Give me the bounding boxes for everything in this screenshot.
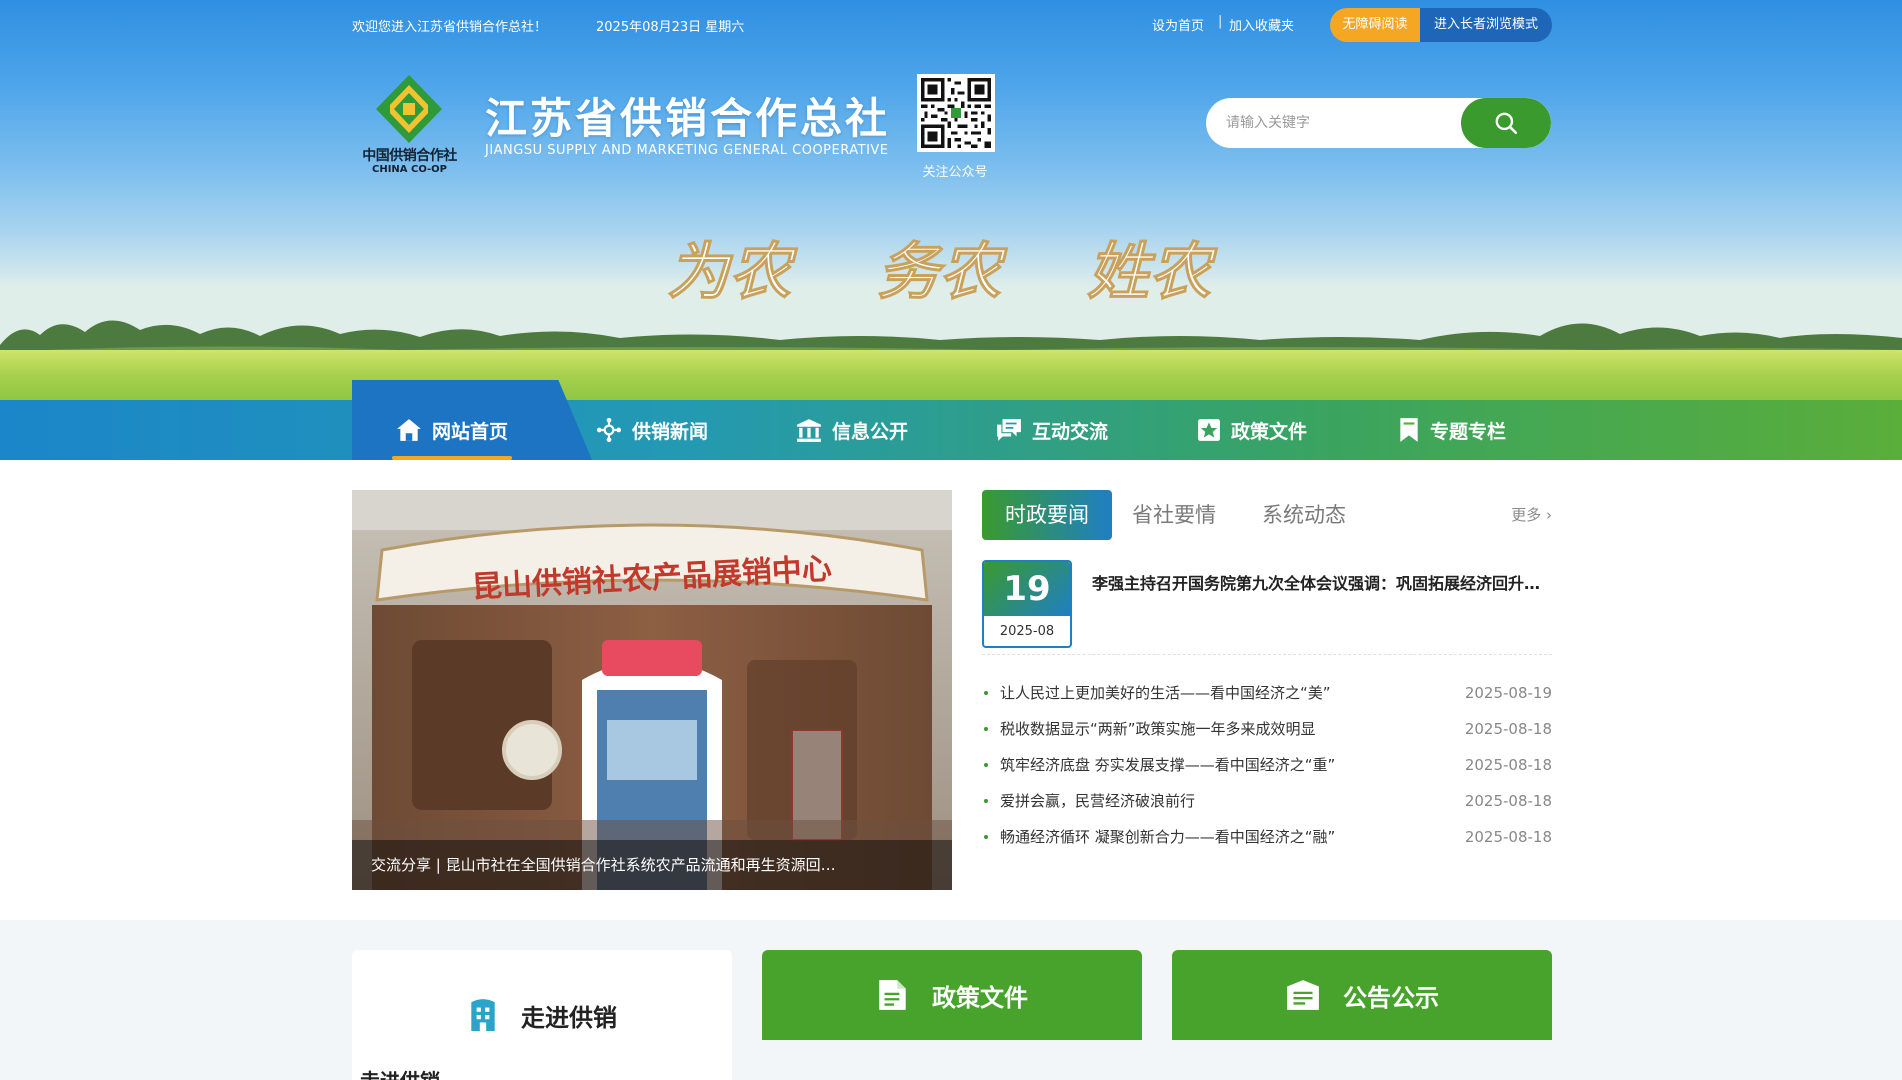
list-item[interactable]: 税收数据显示“两新”政策实施一年多来成效明显 2025-08-18 [982, 711, 1552, 747]
headline-date: 19 2025-08 [982, 560, 1072, 648]
slider-caption-text[interactable]: 交流分享 | 昆山市社在全国供销合作社系统农产品流通和再生资源回收利用工作会议上… [371, 854, 841, 875]
news-slider[interactable]: 昆山供销社农产品展销中心 交流分享 | 昆山市社在全国供销合作社系统农产品流通和… [352, 490, 952, 890]
slogan-1: 为农 [667, 235, 798, 308]
news-list: 让人民过上更加美好的生活——看中国经济之“美” 2025-08-19 税收数据显示… [982, 675, 1552, 855]
qr-code-label: 关注公众号 [922, 165, 988, 180]
nav-home-label: 网站首页 [431, 420, 508, 443]
chevron-right-icon: › [1546, 506, 1552, 524]
tab-system-updates[interactable]: 系统动态 [1262, 490, 1346, 540]
list-item-title: 畅通经济循环 凝聚创新合力——看中国经济之“融” [1000, 828, 1336, 846]
coop-logo[interactable]: 中国供销合作社 CHINA CO-OP [352, 73, 467, 178]
accessible-reading-button[interactable]: 无障碍阅读 [1330, 8, 1420, 42]
card-policy-label: 政策文件 [932, 983, 1028, 1012]
list-item-date: 2025-08-18 [1464, 720, 1552, 738]
top-bar: 欢迎您进入江苏省供销合作总社！ 2025年08月23日 星期六 设为首页 | 加… [352, 0, 1552, 50]
nav-policy[interactable]: 政策文件 [1152, 400, 1352, 460]
card-about-label: 走进供销 [521, 1003, 617, 1032]
feature-cards: 走进供销 政策文件 公告公示 [352, 950, 1552, 1080]
card-notice[interactable]: 公告公示 [1172, 950, 1552, 1040]
headline-news[interactable]: 19 2025-08 李强主持召开国务院第九次全体会议强调：巩固拓展经济回升向好… [982, 560, 1552, 655]
list-item-date: 2025-08-18 [1464, 828, 1552, 846]
qr-code [917, 74, 995, 152]
accessibility-toggle: 无障碍阅读 进入长者浏览模式 [1330, 8, 1552, 42]
list-item-date: 2025-08-18 [1464, 792, 1552, 810]
building-icon [797, 419, 821, 442]
nav-news-label: 供销新闻 [631, 420, 708, 443]
slogan-2: 务农 [877, 235, 1008, 308]
logo-english-text: CHINA CO-OP [371, 164, 448, 175]
nav-info[interactable]: 信息公开 [752, 400, 952, 460]
bookmark-icon [1400, 418, 1418, 442]
list-item-title: 让人民过上更加美好的生活——看中国经济之“美” [1000, 684, 1331, 702]
section-heading: 走进供销 [360, 1065, 440, 1080]
more-link[interactable]: 更多 › [1511, 504, 1552, 525]
slogan-calligraphy: 为农 务农 姓农 [667, 235, 1219, 309]
tab-current-affairs[interactable]: 时政要闻 [982, 490, 1112, 540]
news-panel: 时政要闻 省社要情 系统动态 更多 › 19 2025-08 李强主持召开国务院… [982, 490, 1552, 890]
network-icon [596, 417, 622, 443]
card-notice-label: 公告公示 [1343, 983, 1439, 1012]
current-date: 2025年08月23日 星期六 [596, 20, 745, 35]
qr-code-icon [921, 78, 991, 148]
card-about[interactable]: 走进供销 [352, 950, 732, 1080]
list-item-title: 爱拼会赢，民营经济破浪前行 [1000, 792, 1196, 810]
more-label: 更多 [1511, 506, 1542, 524]
list-item-date: 2025-08-18 [1464, 756, 1552, 774]
list-item[interactable]: 爱拼会赢，民营经济破浪前行 2025-08-18 [982, 783, 1552, 819]
card-policy[interactable]: 政策文件 [762, 950, 1142, 1040]
farm-fields [0, 350, 1902, 400]
headline-day: 19 [984, 562, 1070, 616]
building-icon [471, 999, 495, 1031]
set-home-link[interactable]: 设为首页 [1152, 15, 1204, 34]
list-item[interactable]: 让人民过上更加美好的生活——看中国经济之“美” 2025-08-19 [982, 675, 1552, 711]
site-title: 江苏省供销合作总社 [485, 94, 891, 143]
main-nav: 网站首页 供销新闻 信息公开 互动交流 政策文件 专题专栏 [0, 380, 1902, 460]
slogan-3: 姓农 [1087, 235, 1218, 308]
slider-caption: 交流分享 | 昆山市社在全国供销合作社系统农产品流通和再生资源回收利用工作会议上… [352, 840, 952, 890]
nav-info-label: 信息公开 [831, 420, 908, 443]
search-button[interactable] [1461, 98, 1551, 148]
nav-news[interactable]: 供销新闻 [552, 400, 752, 460]
search-box [1206, 98, 1551, 148]
notice-icon [1287, 980, 1319, 1010]
add-favorite-link[interactable]: 加入收藏夹 [1229, 15, 1294, 34]
tab-province-news[interactable]: 省社要情 [1132, 490, 1216, 540]
chat-icon [997, 419, 1021, 441]
nav-interaction[interactable]: 互动交流 [952, 400, 1152, 460]
nav-policy-label: 政策文件 [1230, 420, 1307, 443]
home-icon [397, 419, 421, 441]
site-subtitle: JIANGSU SUPPLY AND MARKETING GENERAL COO… [485, 143, 889, 158]
list-item[interactable]: 筑牢经济底盘 夯实发展支撑——看中国经济之“重” 2025-08-18 [982, 747, 1552, 783]
news-tabs: 时政要闻 省社要情 系统动态 更多 › [982, 490, 1552, 540]
nav-topics-label: 专题专栏 [1429, 420, 1506, 443]
logo-chinese-text: 中国供销合作社 [362, 148, 457, 164]
headline-year-month: 2025-08 [999, 624, 1055, 639]
list-item-date: 2025-08-19 [1464, 684, 1552, 702]
header-banner: 为农 务农 姓农 [0, 0, 1902, 400]
separator: | [1218, 14, 1223, 29]
star-document-icon [1198, 419, 1220, 441]
list-item[interactable]: 畅通经济循环 凝聚创新合力——看中国经济之“融” 2025-08-18 [982, 819, 1552, 855]
list-item-title: 筑牢经济底盘 夯实发展支撑——看中国经济之“重” [1000, 756, 1336, 774]
welcome-text: 欢迎您进入江苏省供销合作总社！ [352, 20, 548, 35]
document-icon [879, 980, 906, 1010]
coop-emblem-icon [376, 75, 442, 143]
nav-topics[interactable]: 专题专栏 [1352, 400, 1552, 460]
slider-photo: 昆山供销社农产品展销中心 [352, 490, 952, 890]
nav-items: 网站首页 供销新闻 信息公开 互动交流 政策文件 专题专栏 [352, 400, 1552, 460]
nav-interaction-label: 互动交流 [1031, 420, 1108, 443]
search-icon [1495, 112, 1518, 135]
nav-home[interactable]: 网站首页 [352, 400, 552, 460]
search-input[interactable] [1206, 98, 1461, 148]
list-item-title: 税收数据显示“两新”政策实施一年多来成效明显 [1000, 720, 1316, 738]
headline-title[interactable]: 李强主持召开国务院第九次全体会议强调：巩固拓展经济回升向好势头 [1092, 570, 1552, 594]
elder-mode-button[interactable]: 进入长者浏览模式 [1420, 8, 1552, 42]
